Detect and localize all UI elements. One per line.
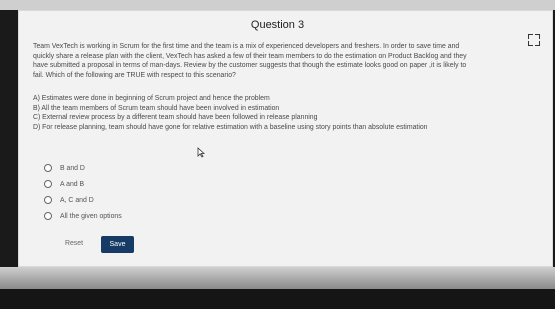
stem-line: quickly share a release plan with the cl… — [33, 52, 467, 60]
statement-list: A) Estimates were done in beginning of S… — [33, 94, 533, 132]
option-label: A and B — [60, 180, 85, 188]
fullscreen-icon[interactable] — [528, 34, 540, 46]
bottom-fade — [0, 267, 555, 289]
stem-line: have submitted a proposal in terms of ma… — [33, 62, 467, 70]
option-3[interactable]: A, C and D — [44, 194, 94, 206]
statement-b: B) All the team members of Scrum team sh… — [33, 104, 280, 112]
stem-line: fail. Which of the following are TRUE wi… — [33, 71, 236, 79]
option-label: A, C and D — [60, 196, 94, 204]
option-label: B and D — [60, 164, 85, 172]
option-2[interactable]: A and B — [44, 178, 84, 190]
radio-button[interactable] — [44, 180, 52, 188]
mouse-cursor-icon — [197, 147, 206, 158]
radio-button[interactable] — [44, 196, 52, 204]
radio-button[interactable] — [44, 212, 52, 220]
question-stem: Team VexTech is working in Scrum for the… — [33, 42, 528, 80]
top-bar — [0, 0, 555, 10]
question-title: Question 3 — [250, 19, 305, 31]
option-label: All the given options — [60, 212, 122, 220]
statement-a: A) Estimates were done in beginning of S… — [33, 95, 270, 102]
statement-d: D) For release planning, team should hav… — [33, 123, 428, 131]
statement-c: C) External review process by a differen… — [33, 114, 318, 122]
save-button[interactable]: Save — [101, 236, 134, 253]
option-1[interactable]: B and D — [44, 162, 85, 174]
bottom-bar — [0, 289, 555, 309]
radio-button[interactable] — [44, 164, 52, 172]
option-4[interactable]: All the given options — [44, 210, 122, 222]
reset-button[interactable]: Reset — [60, 237, 88, 251]
stem-line: Team VexTech is working in Scrum for the… — [33, 43, 460, 50]
